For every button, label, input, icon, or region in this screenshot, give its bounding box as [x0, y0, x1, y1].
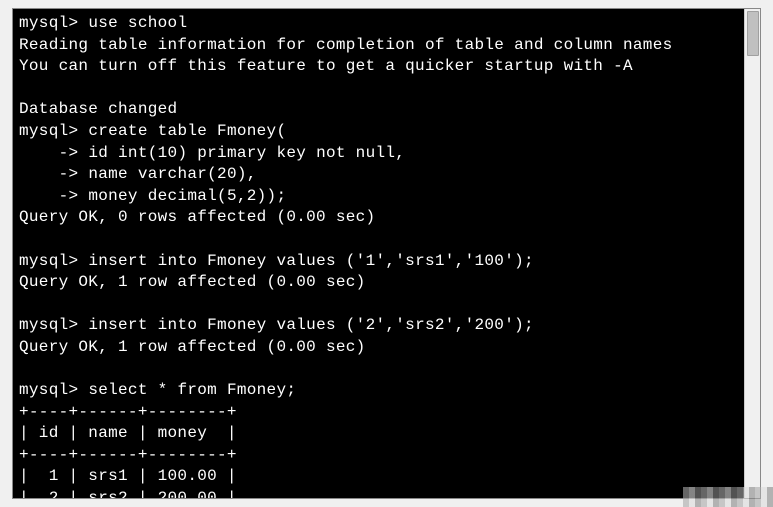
terminal-line: mysql> use school [19, 13, 754, 35]
terminal-line: You can turn off this feature to get a q… [19, 56, 754, 78]
decorative-noise [683, 487, 773, 507]
terminal-output[interactable]: mysql> use schoolReading table informati… [13, 9, 760, 498]
table-row: | 1 | srs1 | 100.00 | [19, 466, 754, 488]
table-row: | 2 | srs2 | 200.00 | [19, 488, 754, 498]
mysql-prompt: mysql> [19, 14, 78, 32]
command-text: name varchar(20), [88, 165, 256, 183]
cont-prompt: -> [19, 187, 78, 205]
terminal-line: Reading table information for completion… [19, 35, 754, 57]
terminal-line: Query OK, 0 rows affected (0.00 sec) [19, 207, 754, 229]
terminal-line: Query OK, 1 row affected (0.00 sec) [19, 272, 754, 294]
vertical-scrollbar[interactable] [744, 9, 760, 498]
terminal-line: -> money decimal(5,2)); [19, 186, 754, 208]
command-text: use school [88, 14, 187, 32]
terminal-line: Database changed [19, 99, 754, 121]
blank-line [19, 359, 754, 381]
table-border: +----+------+--------+ [19, 402, 754, 424]
command-text: money decimal(5,2)); [88, 187, 286, 205]
command-text: insert into Fmoney values ('2','srs2','2… [88, 316, 534, 334]
command-text: create table Fmoney( [88, 122, 286, 140]
blank-line [19, 294, 754, 316]
table-header: | id | name | money | [19, 423, 754, 445]
mysql-prompt: mysql> [19, 316, 78, 334]
terminal-line: mysql> insert into Fmoney values ('1','s… [19, 251, 754, 273]
table-border: +----+------+--------+ [19, 445, 754, 467]
command-text: insert into Fmoney values ('1','srs1','1… [88, 252, 534, 270]
mysql-prompt: mysql> [19, 252, 78, 270]
command-text: select * from Fmoney; [88, 381, 296, 399]
command-text: id int(10) primary key not null, [88, 144, 405, 162]
terminal-line: -> name varchar(20), [19, 164, 754, 186]
blank-line [19, 229, 754, 251]
terminal-window: mysql> use schoolReading table informati… [12, 8, 761, 499]
terminal-line: Query OK, 1 row affected (0.00 sec) [19, 337, 754, 359]
blank-line [19, 78, 754, 100]
mysql-prompt: mysql> [19, 122, 78, 140]
terminal-line: mysql> insert into Fmoney values ('2','s… [19, 315, 754, 337]
scrollbar-thumb[interactable] [747, 11, 759, 56]
cont-prompt: -> [19, 165, 78, 183]
terminal-line: -> id int(10) primary key not null, [19, 143, 754, 165]
mysql-prompt: mysql> [19, 381, 78, 399]
terminal-line: mysql> create table Fmoney( [19, 121, 754, 143]
terminal-line: mysql> select * from Fmoney; [19, 380, 754, 402]
cont-prompt: -> [19, 144, 78, 162]
